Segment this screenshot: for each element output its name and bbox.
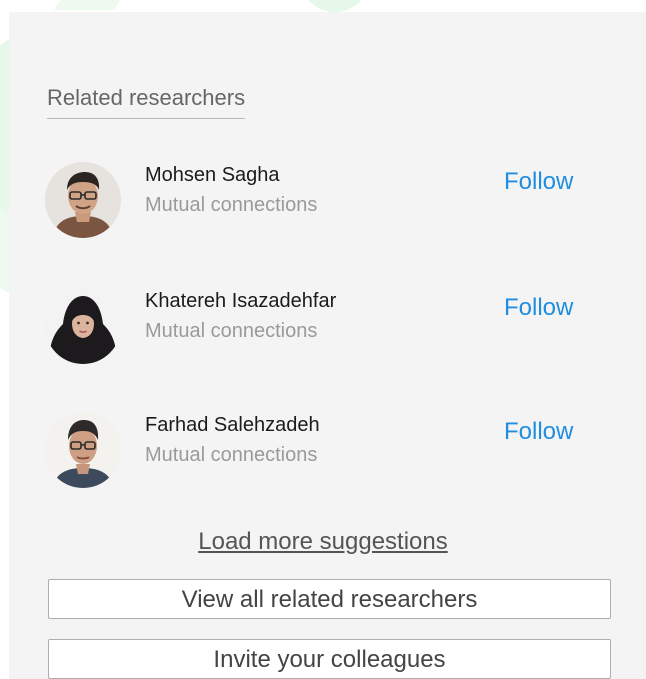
avatar[interactable] (45, 412, 121, 488)
invite-colleagues-button[interactable]: Invite your colleagues (48, 639, 611, 679)
researcher-item: Mohsen Sagha Mutual connections Follow (45, 162, 605, 238)
researcher-name[interactable]: Mohsen Sagha (145, 162, 280, 188)
load-more-suggestions-link[interactable]: Load more suggestions (0, 527, 646, 557)
researcher-name[interactable]: Farhad Salehzadeh (145, 412, 320, 438)
researcher-subtitle: Mutual connections (145, 444, 318, 466)
researcher-item: Farhad Salehzadeh Mutual connections Fol… (45, 412, 605, 488)
researcher-subtitle: Mutual connections (145, 194, 318, 216)
view-all-related-researchers-button[interactable]: View all related researchers (48, 579, 611, 619)
researcher-item: Khatereh Isazadehfar Mutual connections … (45, 288, 605, 364)
profile-photo-icon (45, 288, 121, 364)
profile-photo-icon (45, 162, 121, 238)
background-decoration (300, 0, 370, 12)
page: Related researchers Mohsen Sagha Mutual … (0, 0, 646, 679)
follow-button[interactable]: Follow (504, 417, 573, 447)
follow-button[interactable]: Follow (504, 293, 573, 323)
background-decoration (54, 0, 126, 10)
section-title: Related researchers (47, 83, 246, 119)
avatar[interactable] (45, 162, 121, 238)
researcher-subtitle: Mutual connections (145, 320, 318, 342)
avatar[interactable] (45, 288, 121, 364)
follow-button[interactable]: Follow (504, 167, 573, 197)
researcher-name[interactable]: Khatereh Isazadehfar (145, 288, 336, 314)
profile-photo-icon (45, 412, 121, 488)
